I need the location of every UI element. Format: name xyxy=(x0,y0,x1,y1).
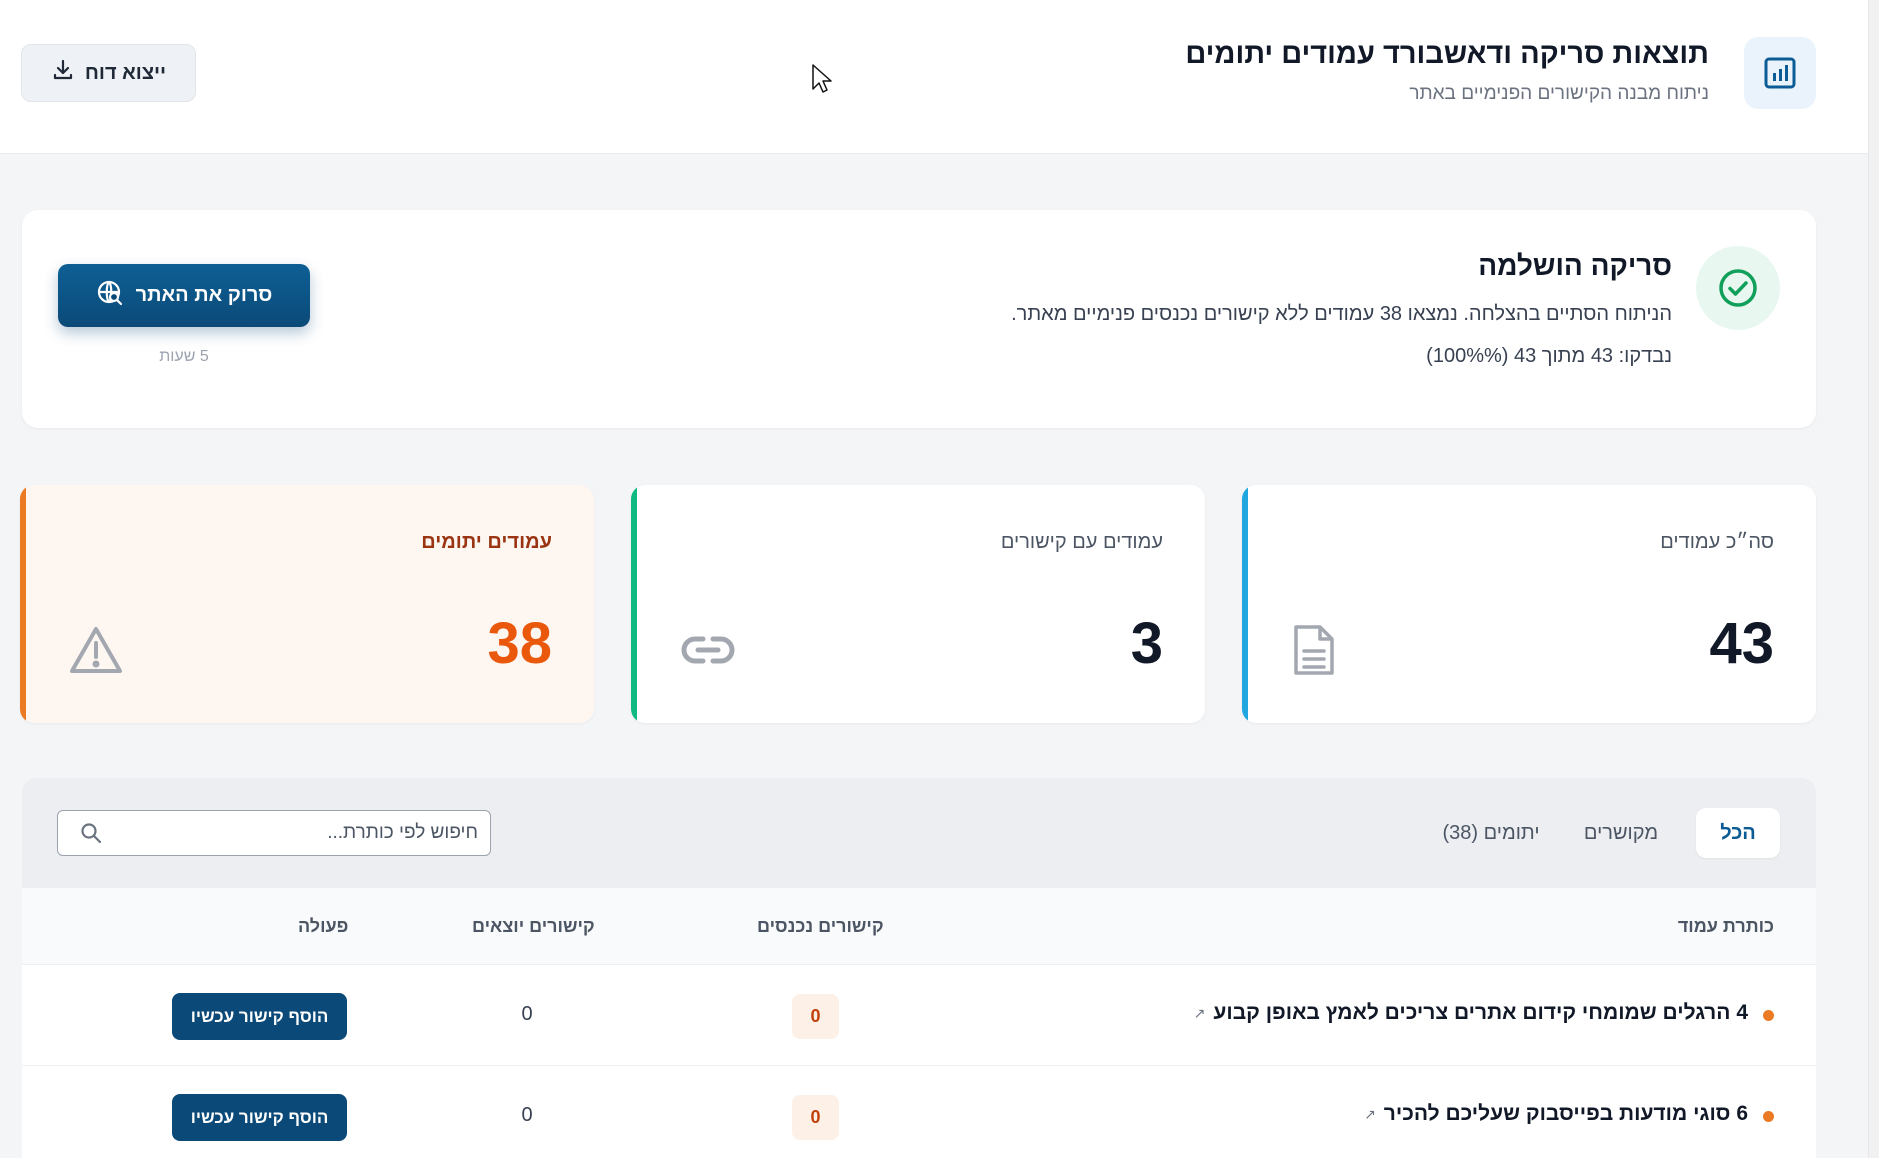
scan-status-card: סריקה הושלמה הניתוח הסתיים בהצלחה. נמצאו… xyxy=(22,210,1816,428)
search-icon xyxy=(80,822,102,849)
external-link-icon: ↗ xyxy=(1364,1105,1376,1122)
tab-orphans[interactable]: יתומים (38) xyxy=(1436,808,1546,858)
stat-card-orphan-pages: עמודים יתומים 38 xyxy=(20,485,594,723)
scan-message: הניתוח הסתיים בהצלחה. נמצאו 38 עמודים לל… xyxy=(1011,303,1672,325)
filter-toolbar: הכל מקושרים יתומים (38) xyxy=(22,778,1816,888)
stat-accent-bar xyxy=(20,485,26,723)
column-header-outgoing: קישורים יוצאים xyxy=(472,916,595,936)
page-title-link[interactable]: 4 הרגלים שמומחי קידום אתרים צריכים לאמץ … xyxy=(1194,1001,1748,1025)
stat-label: עמודים יתומים xyxy=(421,531,552,553)
stat-card-total-pages: סה״כ עמודים 43 xyxy=(1242,485,1816,723)
pages-table-card: הכל מקושרים יתומים (38) כותרת עמוד קישור… xyxy=(22,778,1816,1158)
scan-progress: נבדקו: 43 מתוך 43 (100%%) xyxy=(1426,345,1672,367)
tab-all[interactable]: הכל xyxy=(1696,808,1780,858)
outgoing-links-count: 0 xyxy=(521,1003,533,1025)
dashboard-page: תוצאות סריקה ודאשבורד עמודים יתומים ניתו… xyxy=(0,0,1868,1158)
column-header-title: כותרת עמוד xyxy=(1677,916,1774,936)
page-scrollbar[interactable] xyxy=(1868,0,1879,1158)
scan-site-button[interactable]: סרוק את האתר xyxy=(58,264,310,327)
stat-label: עמודים עם קישורים xyxy=(1000,531,1163,553)
link-icon xyxy=(681,633,735,672)
stat-value: 38 xyxy=(487,611,552,676)
stat-value: 43 xyxy=(1709,611,1774,676)
orphan-status-dot xyxy=(1763,1010,1774,1021)
table-row: 6 סוגי מודעות בפייסבוק שעליכם להכיר ↗ 0 … xyxy=(22,1066,1816,1158)
export-report-button[interactable]: ייצוא דוח xyxy=(21,44,196,102)
stat-value: 3 xyxy=(1130,611,1163,676)
incoming-links-badge: 0 xyxy=(792,1095,839,1140)
top-header: תוצאות סריקה ודאשבורד עמודים יתומים ניתו… xyxy=(0,0,1868,154)
orphan-status-dot xyxy=(1763,1111,1774,1122)
table-row: 4 הרגלים שמומחי קידום אתרים צריכים לאמץ … xyxy=(22,965,1816,1066)
export-button-label: ייצוא דוח xyxy=(84,61,167,84)
download-icon xyxy=(51,58,75,88)
scan-title: סריקה הושלמה xyxy=(1478,250,1672,281)
check-circle-icon xyxy=(1696,246,1780,330)
stat-accent-bar xyxy=(631,485,637,723)
mouse-cursor-icon xyxy=(812,64,832,99)
page-title-link[interactable]: 6 סוגי מודעות בפייסבוק שעליכם להכיר ↗ xyxy=(1364,1102,1748,1126)
outgoing-links-count: 0 xyxy=(521,1104,533,1126)
external-link-icon: ↗ xyxy=(1193,1004,1206,1021)
add-link-button[interactable]: הוסף קישור עכשיו xyxy=(172,993,347,1040)
table-header: כותרת עמוד קישורים נכנסים קישורים יוצאים… xyxy=(22,888,1816,965)
search-box xyxy=(57,810,491,856)
column-header-incoming: קישורים נכנסים xyxy=(757,916,884,936)
row-title-text: 4 הרגלים שמומחי קידום אתרים צריכים לאמץ … xyxy=(1213,1001,1748,1024)
row-title-text: 6 סוגי מודעות בפייסבוק שעליכם להכיר xyxy=(1383,1102,1748,1125)
tab-linked[interactable]: מקושרים xyxy=(1576,808,1666,858)
scan-button-label: סרוק את האתר xyxy=(135,284,273,306)
page-title: תוצאות סריקה ודאשבורד עמודים יתומים xyxy=(1185,38,1709,70)
search-input[interactable] xyxy=(108,811,478,855)
add-link-button[interactable]: הוסף קישור עכשיו xyxy=(172,1094,347,1141)
last-scan-time: 5 שעות xyxy=(159,348,209,365)
stat-label: סה״כ עמודים xyxy=(1660,531,1774,553)
column-header-action: פעולה xyxy=(298,916,349,936)
globe-search-icon xyxy=(96,279,124,313)
stat-accent-bar xyxy=(1242,485,1248,723)
stat-card-linked-pages: עמודים עם קישורים 3 xyxy=(631,485,1205,723)
incoming-links-badge: 0 xyxy=(792,994,839,1039)
bar-chart-icon xyxy=(1744,37,1816,109)
warning-icon xyxy=(68,625,124,680)
document-icon xyxy=(1292,623,1336,682)
page-subtitle: ניתוח מבנה הקישורים הפנימיים באתר xyxy=(1409,83,1709,104)
